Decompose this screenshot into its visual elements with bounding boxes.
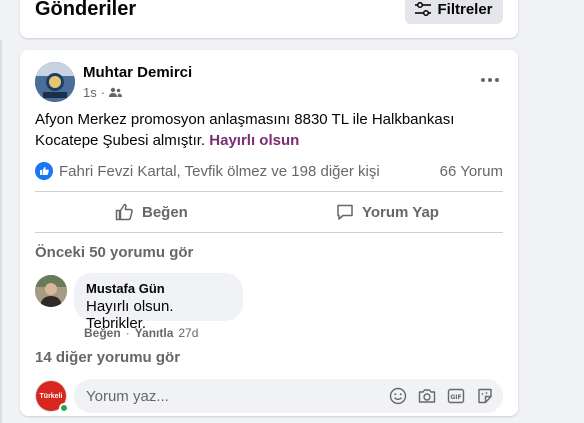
camera-icon[interactable] — [417, 386, 437, 406]
comment-age[interactable]: 27d — [178, 326, 198, 340]
comment-bubble-icon — [337, 204, 353, 220]
divider — [35, 191, 503, 192]
thumbs-up-icon — [115, 203, 133, 221]
author-avatar[interactable] — [35, 62, 75, 102]
commenter-avatar-image — [35, 275, 67, 307]
like-label: Beğen — [142, 203, 188, 221]
left-edge-divider — [0, 40, 2, 423]
post-time[interactable]: 1s — [83, 85, 97, 100]
gif-icon[interactable]: GIF — [446, 386, 466, 406]
online-status-dot — [59, 403, 69, 413]
comment-input[interactable]: Yorum yaz... GIF — [74, 379, 503, 413]
comment-button[interactable]: Yorum Yap — [336, 196, 439, 228]
like-button[interactable]: Beğen — [115, 196, 188, 228]
author-avatar-image — [35, 62, 75, 102]
post-hashtag[interactable]: Hayırlı olsun — [209, 132, 299, 149]
more-dot-icon — [481, 78, 485, 82]
friends-icon — [109, 87, 123, 97]
svg-text:GIF: GIF — [450, 394, 461, 401]
more-comments-link[interactable]: 14 diğer yorumu gör — [35, 349, 180, 366]
filter-sliders-icon — [415, 2, 432, 16]
emoji-icon[interactable] — [388, 386, 408, 406]
comment-input-placeholder: Yorum yaz... — [86, 387, 169, 405]
more-dot-icon — [488, 78, 492, 82]
comment-actions: Beğen · Yanıtla 27d — [84, 326, 198, 340]
filters-label: Filtreler — [437, 0, 493, 18]
reaction-names[interactable]: Fahri Fevzi Kartal, Tevfik ölmez ve 198 … — [59, 163, 440, 180]
like-reaction-icon[interactable] — [35, 162, 53, 180]
post-card: Muhtar Demirci 1s · Afyon Merkez promosy… — [20, 50, 518, 416]
comment-count[interactable]: 66 Yorum — [440, 163, 503, 180]
comment-like-link[interactable]: Beğen — [84, 326, 121, 340]
posts-header-card: Gönderiler Filtreler — [20, 0, 518, 38]
comment-author[interactable]: Mustafa Gün — [86, 281, 231, 296]
comment-label: Yorum Yap — [362, 203, 439, 221]
more-dot-icon — [495, 78, 499, 82]
reactions-bar: Fahri Fevzi Kartal, Tevfik ölmez ve 198 … — [35, 160, 503, 182]
comment-bubble: Mustafa Gün Hayırlı olsun. Tebrikler. — [74, 273, 243, 332]
page-title: Gönderiler — [35, 0, 137, 20]
post-author[interactable]: Muhtar Demirci — [83, 64, 192, 81]
filters-button[interactable]: Filtreler — [405, 0, 503, 24]
post-body: Afyon Merkez promosyon anlaşmasını 8830 … — [35, 109, 495, 151]
comment-reply-link[interactable]: Yanıtla — [135, 326, 174, 340]
separator: · — [125, 326, 130, 340]
post-meta: 1s · — [83, 85, 123, 100]
divider — [35, 232, 503, 233]
composer-icons: GIF — [388, 386, 495, 406]
commenter-avatar[interactable] — [35, 275, 67, 307]
previous-comments-link[interactable]: Önceki 50 yorumu gör — [35, 244, 193, 261]
sticker-icon[interactable] — [475, 386, 495, 406]
post-options-button[interactable] — [474, 66, 506, 94]
